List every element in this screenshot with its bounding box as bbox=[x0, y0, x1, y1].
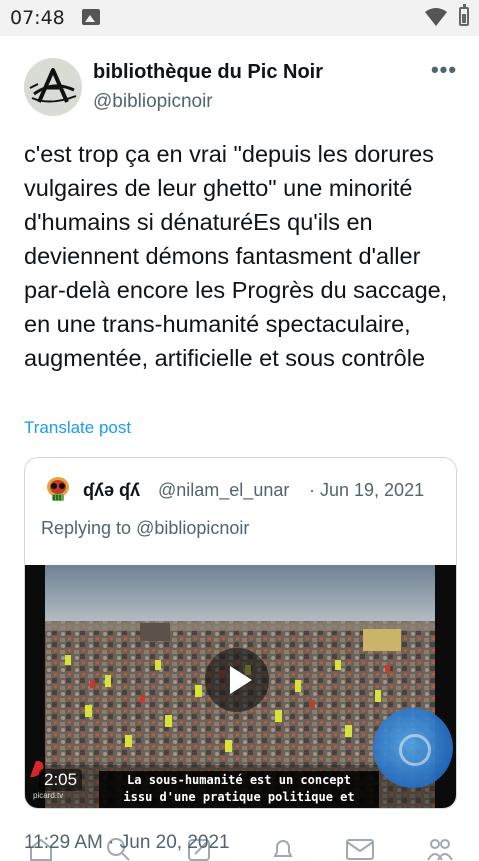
notifications-icon[interactable] bbox=[270, 836, 296, 861]
author-avatar[interactable] bbox=[24, 58, 82, 116]
subtitle-line-2: issu d'une pratique politique et sociale bbox=[123, 790, 355, 808]
video-duration: 2:05 bbox=[39, 769, 83, 791]
quoted-tweet-card[interactable]: ʠʎə ʠʎ @nilam_el_unar · Jun 19, 2021 Rep… bbox=[24, 457, 457, 809]
quoted-author-handle[interactable]: @nilam_el_unar bbox=[158, 480, 304, 501]
replying-to-mention[interactable]: @bibliopicnoir bbox=[136, 518, 249, 538]
communities-icon[interactable] bbox=[425, 836, 455, 861]
gallery-notification-icon bbox=[82, 9, 100, 25]
play-button[interactable] bbox=[205, 648, 269, 712]
more-options-button[interactable]: ••• bbox=[428, 59, 460, 86]
battery-icon bbox=[459, 4, 469, 26]
replying-to: Replying to @bibliopicnoir bbox=[41, 518, 249, 539]
quoted-author-avatar[interactable] bbox=[43, 474, 73, 504]
quoted-author-name[interactable]: ʠʎə ʠʎ bbox=[83, 480, 140, 501]
subtitle-line-1: La sous-humanité est un concept bbox=[127, 773, 351, 787]
quoted-date: · Jun 19, 2021 bbox=[309, 480, 425, 500]
skull-avatar-icon bbox=[43, 474, 73, 504]
video-subtitle: La sous-humanité est un concept issu d'u… bbox=[99, 771, 379, 808]
messages-icon[interactable] bbox=[345, 836, 375, 861]
tweet-timestamp[interactable]: 11:29 AM · Jun 20, 2021 bbox=[24, 832, 230, 854]
author-name[interactable]: bibliothèque du Pic Noir bbox=[93, 61, 323, 84]
video-player[interactable]: 2:05 La sous-humanité est un concept iss… bbox=[25, 565, 456, 808]
status-bar: 07:48 bbox=[0, 0, 479, 36]
replying-to-label: Replying to bbox=[41, 518, 137, 538]
floating-overlay-icon[interactable] bbox=[373, 708, 453, 788]
author-handle[interactable]: @bibliopicnoir bbox=[93, 91, 213, 113]
status-time: 07:48 bbox=[10, 7, 65, 29]
wifi-icon bbox=[425, 8, 447, 26]
channel-logo: picard.tv bbox=[33, 791, 64, 800]
author-logo-icon bbox=[24, 58, 82, 116]
translate-post-link[interactable]: Translate post bbox=[24, 418, 131, 438]
tweet-text: c'est trop ça en vrai "depuis les dorure… bbox=[24, 141, 448, 371]
